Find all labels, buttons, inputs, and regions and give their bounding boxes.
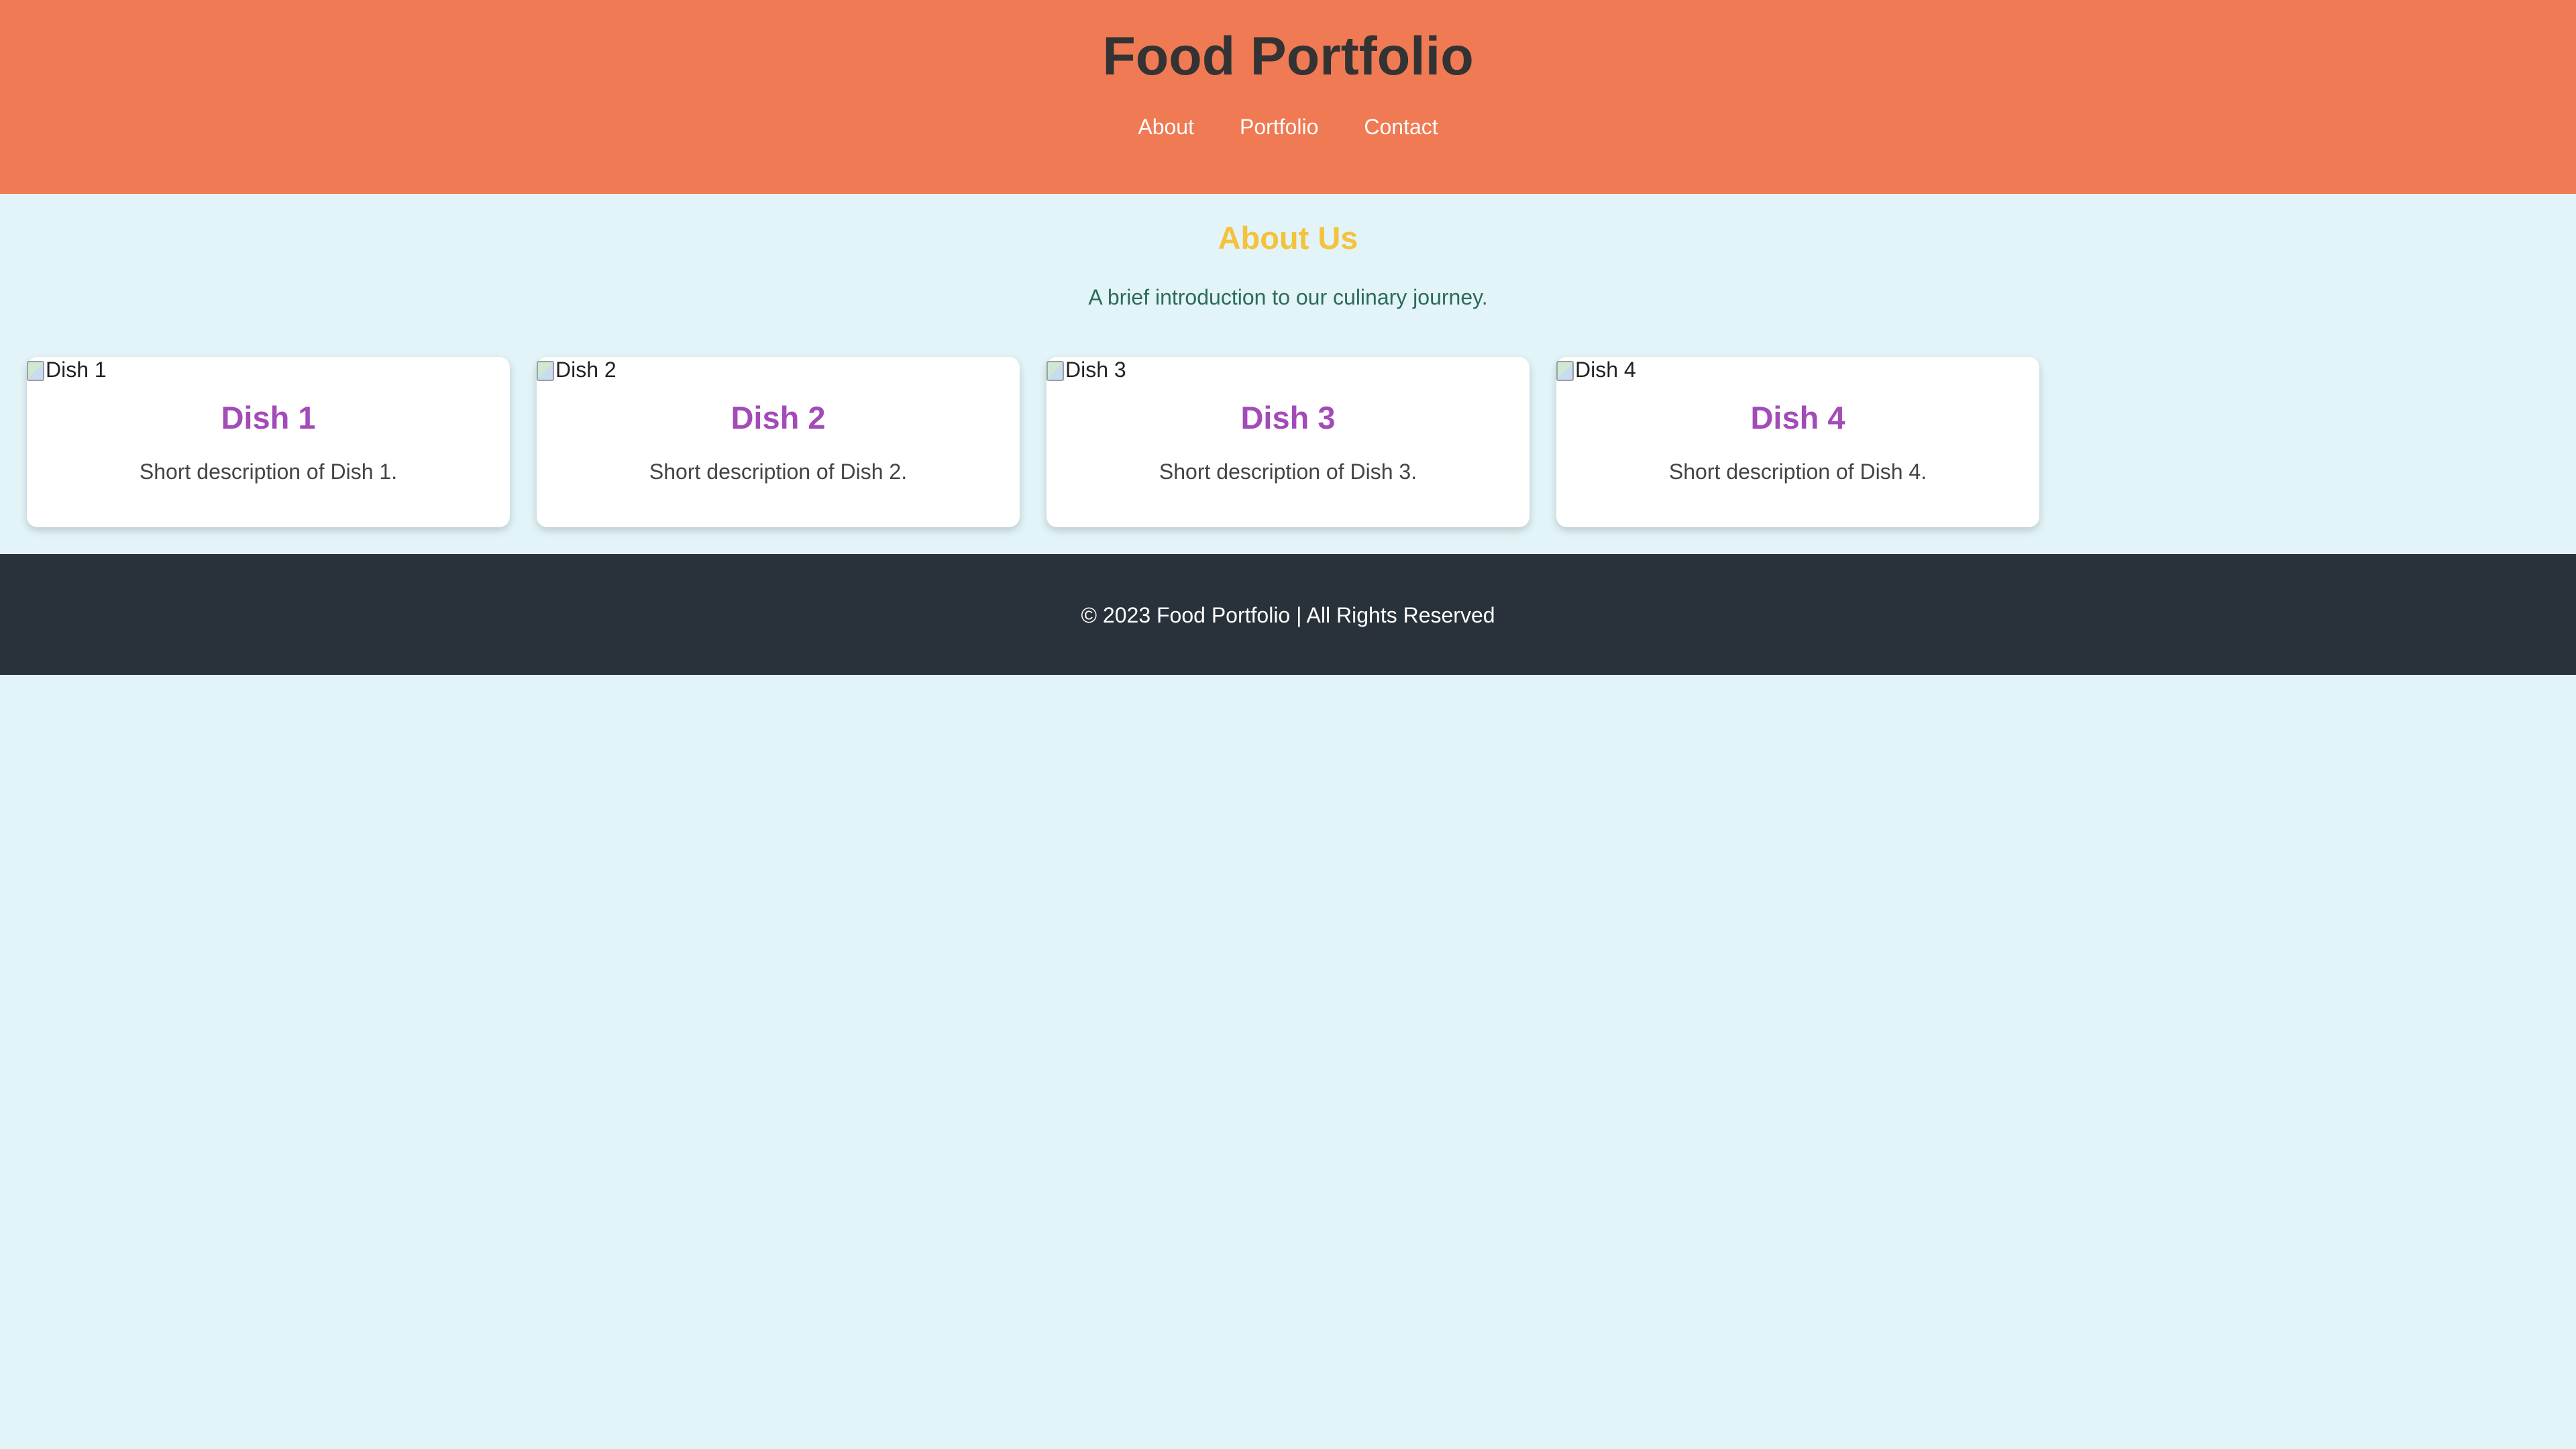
dish-image-placeholder: Dish 1 (27, 357, 107, 382)
dish-card: Dish 3 Dish 3 Short description of Dish … (1046, 357, 1529, 527)
dish-title: Dish 1 (221, 400, 316, 435)
dish-title: Dish 2 (731, 400, 826, 435)
about-heading: About Us (1218, 220, 1358, 256)
nav-link-contact[interactable]: Contact (1341, 110, 1460, 144)
dish-card: Dish 1 Dish 1 Short description of Dish … (27, 357, 510, 527)
dish-image-placeholder: Dish 4 (1556, 357, 1636, 382)
dish-image-alt: Dish 4 (1575, 358, 1636, 382)
dish-description: Short description of Dish 2. (649, 460, 908, 484)
dish-image-placeholder: Dish 2 (537, 357, 616, 382)
footer-copyright: © 2023 Food Portfolio | All Rights Reser… (1081, 603, 1495, 627)
site-title: Food Portfolio (1102, 26, 1474, 87)
dish-title: Dish 3 (1240, 400, 1336, 435)
broken-image-icon (537, 361, 554, 381)
dish-card: Dish 2 Dish 2 Short description of Dish … (537, 357, 1020, 527)
about-text: A brief introduction to our culinary jou… (1088, 285, 1488, 309)
main-nav: About Portfolio Contact (0, 110, 2576, 144)
dish-card: Dish 4 Dish 4 Short description of Dish … (1556, 357, 2039, 527)
dish-description: Short description of Dish 4. (1668, 460, 1927, 484)
dish-description: Short description of Dish 1. (139, 460, 398, 484)
nav-link-about[interactable]: About (1115, 110, 1217, 144)
portfolio-section: Dish 1 Dish 1 Short description of Dish … (27, 357, 2549, 527)
site-header: Food Portfolio About Portfolio Contact (0, 0, 2576, 194)
broken-image-icon (27, 361, 44, 381)
dish-image-placeholder: Dish 3 (1046, 357, 1126, 382)
dish-title: Dish 4 (1750, 400, 1845, 435)
broken-image-icon (1046, 361, 1064, 381)
broken-image-icon (1556, 361, 1574, 381)
dish-image-alt: Dish 3 (1065, 358, 1126, 382)
dish-image-alt: Dish 1 (46, 358, 107, 382)
dish-image-alt: Dish 2 (555, 358, 616, 382)
nav-link-portfolio[interactable]: Portfolio (1217, 110, 1341, 144)
dish-description: Short description of Dish 3. (1159, 460, 1417, 484)
site-footer: © 2023 Food Portfolio | All Rights Reser… (0, 554, 2576, 675)
